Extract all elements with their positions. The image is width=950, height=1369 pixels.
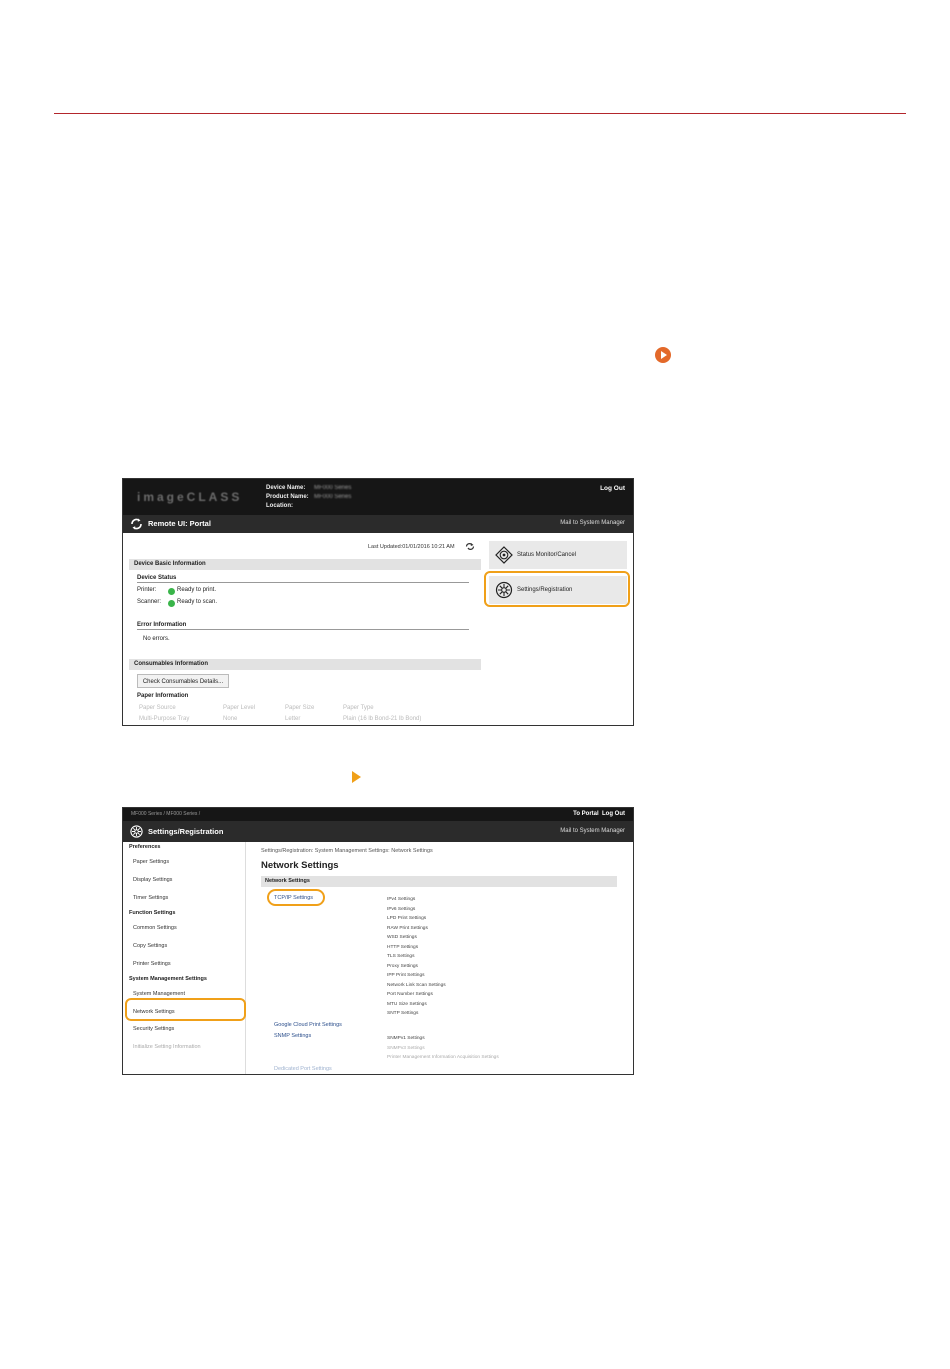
- snmp-sub-v1: SNMPv1 Settings: [387, 1036, 425, 1041]
- portal-title-bar: Remote UI: Portal Mail to System Manager: [123, 515, 633, 533]
- tcpip-sub-ipv4: IPv4 Settings: [387, 897, 416, 902]
- nav-printer-settings[interactable]: Printer Settings: [133, 961, 171, 967]
- scanner-label: Scanner:: [137, 599, 162, 605]
- mail-to-system-manager-link[interactable]: Mail to System Manager: [560, 828, 625, 834]
- printer-status: Ready to print.: [177, 587, 217, 593]
- tcpip-sub-port-number: Port Number Settings: [387, 992, 433, 997]
- paper-row-source: Multi-Purpose Tray: [139, 716, 190, 722]
- network-settings-heading: Network Settings: [261, 860, 339, 871]
- settings-sidebar: Preferences Paper Settings Display Setti…: [123, 842, 246, 1074]
- top-links: To Portal Log Out: [573, 811, 625, 817]
- tcpip-sub-mtu: MTU Size Settings: [387, 1001, 427, 1007]
- tcpip-sub-raw: RAW Print Settings: [387, 925, 428, 931]
- consumables-info-header: Consumables Information: [129, 659, 481, 670]
- google-cloud-print-link[interactable]: Google Cloud Print Settings: [274, 1022, 342, 1028]
- logout-link[interactable]: Log Out: [600, 485, 625, 492]
- settings-registration-highlight: [484, 571, 630, 607]
- device-status-header: Device Status: [137, 575, 469, 583]
- network-settings-band: Network Settings: [261, 876, 617, 887]
- nav-timer-settings[interactable]: Timer Settings: [133, 895, 168, 901]
- paper-info-header: Paper Information: [137, 693, 189, 699]
- tcpip-sub-http: HTTP Settings: [387, 944, 419, 950]
- portal-title: Remote UI: Portal: [148, 519, 211, 528]
- device-info: Device Name: MF000 Series Product Name: MF…: [266, 484, 351, 511]
- play-arrow-icon: [655, 347, 671, 363]
- status-monitor-label: Status Monitor/Cancel: [517, 552, 577, 558]
- portal-icon: [131, 518, 142, 530]
- network-settings-highlight: [125, 998, 246, 1021]
- paper-col-source: Paper Source: [139, 705, 176, 711]
- settings-gear-icon: [130, 825, 143, 838]
- check-consumables-button[interactable]: Check Consumables Details...: [137, 674, 229, 688]
- tcpip-sub-ipv6: IPv6 Settings: [387, 906, 416, 912]
- refresh-icon[interactable]: [465, 542, 475, 551]
- product-name-label: Product Name:: [266, 494, 309, 500]
- tcpip-sub-ipp: IPP Print Settings: [387, 973, 425, 978]
- settings-top-strip: MF000 Series / MF000 Series / To Portal …: [123, 808, 633, 821]
- last-updated: Last Updated:01/01/2016 10:21 AM: [368, 544, 455, 550]
- settings-registration-screenshot: MF000 Series / MF000 Series / To Portal …: [122, 807, 634, 1075]
- scanner-status: Ready to scan.: [177, 599, 218, 605]
- nav-initialize-setting-information[interactable]: Initialize Setting Information: [133, 1044, 201, 1050]
- device-basic-info-header: Device Basic Information: [129, 559, 481, 570]
- paper-col-type: Paper Type: [343, 705, 374, 711]
- to-portal-link[interactable]: To Portal: [573, 811, 599, 817]
- portal-header: imageCLASS Device Name: MF000 Series Prod…: [123, 479, 633, 515]
- nav-function-settings: Function Settings: [129, 910, 176, 916]
- nav-security-settings[interactable]: Security Settings: [133, 1026, 174, 1032]
- nav-copy-settings[interactable]: Copy Settings: [133, 943, 167, 949]
- nav-system-management-settings: System Management Settings: [129, 976, 207, 982]
- location-label: Location:: [266, 503, 293, 509]
- product-name-value: MF000 Series: [314, 494, 352, 500]
- tcpip-sub-sntp: SNTP Settings: [387, 1011, 419, 1016]
- snmp-sub-printer-mgmt: Printer Management Information Acquisiti…: [387, 1055, 499, 1060]
- settings-title: Settings/Registration: [148, 827, 224, 836]
- tcpip-settings-highlight: [267, 889, 325, 906]
- device-breadcrumb: MF000 Series / MF000 Series /: [131, 811, 201, 817]
- status-monitor-icon: [495, 546, 513, 564]
- settings-title-bar: Settings/Registration Mail to System Man…: [123, 821, 633, 842]
- snmp-sub-v3: SNMPv3 Settings: [387, 1045, 425, 1051]
- tcpip-sub-tls: TLS Settings: [387, 954, 415, 959]
- status-monitor-button[interactable]: Status Monitor/Cancel: [489, 541, 627, 569]
- tcpip-sub-network-link-scan: Network Link Scan Settings: [387, 982, 446, 988]
- paper-col-level: Paper Level: [223, 705, 256, 711]
- device-name-label: Device Name:: [266, 485, 306, 491]
- paper-row-level: None: [223, 716, 238, 722]
- paper-row-size: Letter: [285, 716, 301, 722]
- tcpip-sub-wsd: WSD Settings: [387, 935, 417, 940]
- paper-row-type: Plain (16 lb Bond-21 lb Bond): [343, 716, 422, 722]
- scanner-status-dot-icon: [168, 600, 175, 607]
- nav-system-management[interactable]: System Management: [133, 991, 185, 997]
- mail-to-system-manager-link[interactable]: Mail to System Manager: [560, 520, 625, 526]
- printer-label: Printer:: [137, 587, 157, 593]
- nav-preferences: Preferences: [129, 844, 161, 850]
- nav-paper-settings[interactable]: Paper Settings: [133, 859, 169, 865]
- paper-col-size: Paper Size: [285, 705, 315, 711]
- device-name-value: MF000 Series: [314, 485, 352, 491]
- logout-link[interactable]: Log Out: [602, 811, 625, 817]
- error-info-header: Error Information: [137, 622, 469, 630]
- nav-common-settings[interactable]: Common Settings: [133, 925, 177, 931]
- tcpip-sub-proxy: Proxy Settings: [387, 963, 418, 969]
- tcpip-sub-lpd: LPD Print Settings: [387, 916, 427, 921]
- snmp-settings-link[interactable]: SNMP Settings: [274, 1033, 311, 1039]
- triangle-arrow-icon: [352, 771, 361, 783]
- settings-path-breadcrumb: Settings/Registration: System Management…: [261, 848, 433, 854]
- no-errors-text: No errors.: [143, 636, 170, 642]
- dedicated-port-link[interactable]: Dedicated Port Settings: [274, 1066, 332, 1072]
- nav-display-settings[interactable]: Display Settings: [133, 877, 172, 883]
- printer-status-dot-icon: [168, 587, 175, 595]
- brand-logo: imageCLASS: [137, 490, 243, 504]
- top-rule: [54, 113, 906, 114]
